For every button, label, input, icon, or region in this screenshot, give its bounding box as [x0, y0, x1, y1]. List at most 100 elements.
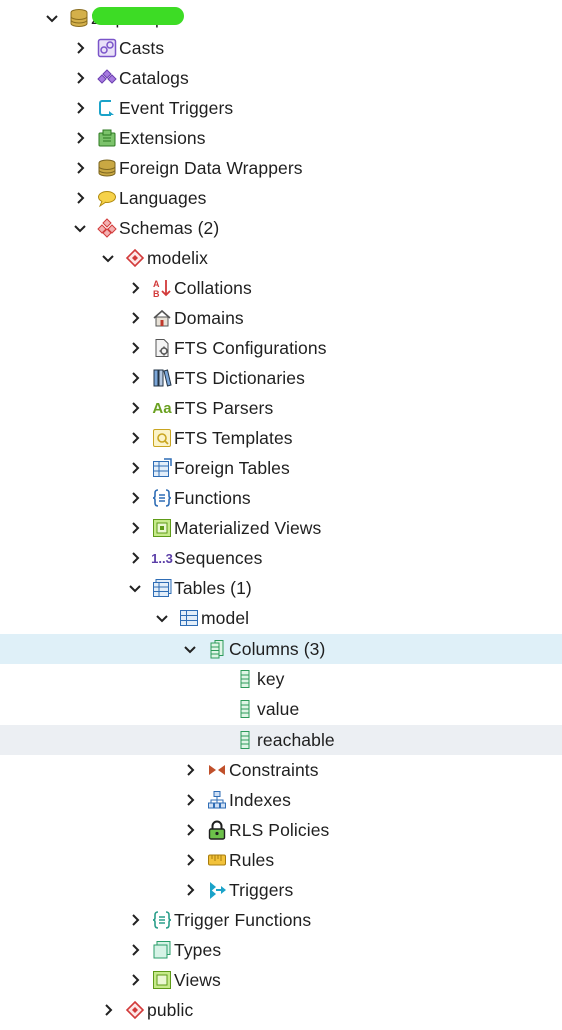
chevron-right-icon[interactable]	[126, 519, 144, 537]
tree-node-types[interactable]: Types	[0, 935, 562, 965]
tree-node-fts-dictionaries[interactable]: FTS Dictionaries	[0, 363, 562, 393]
chevron-right-icon[interactable]	[126, 459, 144, 477]
chevron-down-icon[interactable]	[43, 9, 61, 27]
views-icon	[152, 970, 172, 990]
tree-node-foreign-tables[interactable]: Foreign Tables	[0, 453, 562, 483]
schema-icon	[125, 248, 145, 268]
tree-node-indexes[interactable]: Indexes	[0, 785, 562, 815]
tree-node-rules[interactable]: Rules	[0, 845, 562, 875]
rules-icon	[207, 850, 227, 870]
tree-node-fts-configurations[interactable]: FTS Configurations	[0, 333, 562, 363]
tree-label: Functions	[174, 487, 251, 508]
tables-icon	[152, 578, 172, 598]
tree-node-functions[interactable]: Functions	[0, 483, 562, 513]
tree-node-columns[interactable]: Columns (3)	[0, 634, 562, 664]
event-triggers-icon	[97, 98, 117, 118]
chevron-right-icon[interactable]	[126, 399, 144, 417]
schema-icon	[125, 1000, 145, 1020]
tree-node-domains[interactable]: Domains	[0, 303, 562, 333]
tree-node-fts-templates[interactable]: FTS Templates	[0, 423, 562, 453]
tree-node-public[interactable]: public	[0, 995, 562, 1025]
chevron-right-icon[interactable]	[126, 941, 144, 959]
tree-node-materialized-views[interactable]: Materialized Views	[0, 513, 562, 543]
chevron-right-icon[interactable]	[126, 489, 144, 507]
tree-node-sequences[interactable]: 1..3 Sequences	[0, 543, 562, 573]
chevron-down-icon[interactable]	[153, 609, 171, 627]
constraints-icon	[207, 760, 227, 780]
chevron-right-icon[interactable]	[71, 69, 89, 87]
casts-icon	[97, 38, 117, 58]
tree-node-rls-policies[interactable]: RLS Policies	[0, 815, 562, 845]
tree-label: Collations	[174, 277, 252, 298]
foreign-data-wrappers-icon	[97, 158, 117, 178]
tree-node-column-key[interactable]: key	[0, 664, 562, 694]
chevron-right-icon[interactable]	[71, 39, 89, 57]
tree-label: Types	[174, 939, 222, 960]
svg-text:A: A	[153, 279, 160, 289]
sequences-icon: 1..3	[151, 550, 173, 566]
chevron-right-icon[interactable]	[181, 851, 199, 869]
tree-label: reachable	[257, 729, 335, 750]
tree-node-column-value[interactable]: value	[0, 694, 562, 724]
tree-node-trigger-functions[interactable]: Trigger Functions	[0, 905, 562, 935]
chevron-right-icon[interactable]	[126, 369, 144, 387]
chevron-right-icon[interactable]	[181, 881, 199, 899]
tree-label: Constraints	[229, 759, 319, 780]
tree-label: Event Triggers	[119, 97, 234, 118]
tree-node-catalogs[interactable]: Catalogs	[0, 63, 562, 93]
trigger-functions-icon	[152, 910, 172, 930]
tree-label: Triggers	[229, 879, 294, 900]
tree-node-column-reachable[interactable]: reachable	[0, 725, 562, 755]
chevron-right-icon[interactable]	[181, 761, 199, 779]
indexes-icon	[207, 790, 227, 810]
chevron-right-icon[interactable]	[126, 911, 144, 929]
chevron-right-icon[interactable]	[126, 309, 144, 327]
chevron-right-icon[interactable]	[71, 99, 89, 117]
types-icon	[152, 940, 172, 960]
tree-node-foreign-data-wrappers[interactable]: Foreign Data Wrappers	[0, 153, 562, 183]
column-icon	[235, 699, 255, 719]
tree-node-event-triggers[interactable]: Event Triggers	[0, 93, 562, 123]
tree-label: Materialized Views	[174, 517, 322, 538]
tree-node-modelix[interactable]: modelix	[0, 243, 562, 273]
tree-node-casts[interactable]: Casts	[0, 33, 562, 63]
chevron-right-icon[interactable]	[126, 429, 144, 447]
chevron-right-icon[interactable]	[126, 549, 144, 567]
tree-label: Views	[174, 969, 221, 990]
tree-node-triggers[interactable]: Triggers	[0, 875, 562, 905]
chevron-right-icon[interactable]	[71, 159, 89, 177]
collations-icon: AB	[152, 278, 172, 298]
tree-label: modelix	[147, 247, 209, 268]
tree-node-server[interactable]: zuqueriqo	[0, 3, 562, 33]
chevron-right-icon[interactable]	[126, 279, 144, 297]
chevron-down-icon[interactable]	[181, 640, 199, 658]
tree-node-tables[interactable]: Tables (1)	[0, 573, 562, 603]
tree-label: Columns (3)	[229, 638, 326, 659]
chevron-right-icon[interactable]	[99, 1001, 117, 1019]
triggers-icon	[207, 880, 227, 900]
domains-icon	[152, 308, 172, 328]
chevron-down-icon[interactable]	[71, 219, 89, 237]
column-icon	[235, 669, 255, 689]
tree-node-model[interactable]: model	[0, 603, 562, 633]
tree-node-constraints[interactable]: Constraints	[0, 755, 562, 785]
chevron-right-icon[interactable]	[71, 189, 89, 207]
tree-node-fts-parsers[interactable]: Aa FTS Parsers	[0, 393, 562, 423]
chevron-right-icon[interactable]	[126, 339, 144, 357]
tree-node-schemas[interactable]: Schemas (2)	[0, 213, 562, 243]
tree-node-views[interactable]: Views	[0, 965, 562, 995]
tree-node-collations[interactable]: AB Collations	[0, 273, 562, 303]
tree-label: public	[147, 999, 194, 1020]
chevron-right-icon[interactable]	[71, 129, 89, 147]
chevron-right-icon[interactable]	[181, 791, 199, 809]
chevron-right-icon[interactable]	[181, 821, 199, 839]
table-icon	[179, 608, 199, 628]
tree-node-extensions[interactable]: Extensions	[0, 123, 562, 153]
functions-icon	[152, 488, 172, 508]
chevron-right-icon[interactable]	[126, 971, 144, 989]
chevron-down-icon[interactable]	[126, 579, 144, 597]
tree-node-languages[interactable]: Languages	[0, 183, 562, 213]
tree-label: Languages	[119, 187, 207, 208]
tree-label: Rules	[229, 849, 275, 870]
chevron-down-icon[interactable]	[99, 249, 117, 267]
